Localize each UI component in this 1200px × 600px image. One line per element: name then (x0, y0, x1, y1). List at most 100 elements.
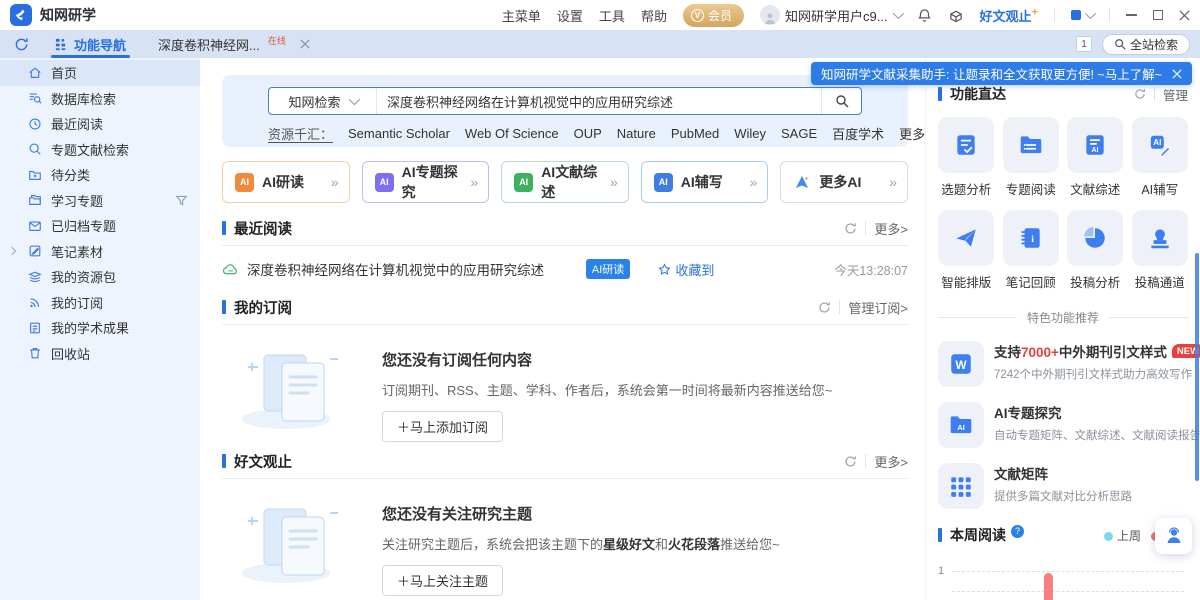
help-question-icon[interactable] (1011, 525, 1024, 538)
feature-literature-matrix[interactable]: 文献矩阵 提供多篇文献对比分析思路 (938, 463, 1188, 509)
sidebar-item-subscriptions[interactable]: 我的订阅 (0, 290, 200, 316)
user-menu[interactable]: 知网研学用户c9... (760, 5, 901, 25)
qa-note-review[interactable]: i 笔记回顾 (1003, 210, 1060, 291)
chevron-down-icon (892, 8, 903, 19)
feature-ai-topic-explore[interactable]: AI AI专题探究 自动专题矩阵、文献综述、文献阅读报告 (938, 402, 1188, 448)
menu-settings[interactable]: 设置 (557, 6, 583, 25)
refresh-icon[interactable] (844, 222, 857, 235)
sidebar-item-note-material[interactable]: 笔记素材 (0, 239, 200, 265)
search-input[interactable] (377, 94, 821, 109)
double-chevron-icon: » (889, 174, 895, 190)
refresh-icon[interactable] (1134, 88, 1146, 100)
refresh-icon[interactable] (844, 455, 857, 468)
source-web-of-science[interactable]: Web Of Science (465, 126, 559, 141)
filter-icon[interactable] (175, 194, 188, 207)
bell-icon[interactable] (917, 8, 932, 23)
source-sage[interactable]: SAGE (781, 126, 817, 141)
feature-citation-styles[interactable]: W 支持7000+中外期刊引文样式NEW 7242个中外期刊引文样式助力高效写作 (938, 341, 1188, 387)
avatar (760, 5, 780, 25)
tab-count-button[interactable]: 1 (1076, 36, 1092, 52)
maximize-icon[interactable] (1153, 10, 1163, 20)
refresh-icon[interactable] (14, 37, 29, 52)
minimize-icon[interactable] (1126, 14, 1137, 16)
qa-submission-channel[interactable]: 投稿通道 (1132, 210, 1189, 291)
good-articles-section-header: 好文观止 更多> (222, 450, 908, 472)
theme-swatch-icon (1071, 10, 1081, 20)
search-panel: 知网检索 资源千汇： Semantic Scholar Web Of Scien… (222, 75, 908, 147)
menu-main[interactable]: 主菜单 (502, 6, 541, 25)
source-oup[interactable]: OUP (574, 126, 602, 141)
recent-more-link[interactable]: 更多> (874, 219, 908, 238)
recent-section-header: 最近阅读 更多> (222, 217, 908, 239)
ai-writing-button[interactable]: AI AI辅写 » (641, 161, 769, 203)
tab-close-icon[interactable] (300, 39, 310, 49)
ai-read-badge[interactable]: AI研读 (586, 259, 630, 279)
ai-read-button[interactable]: AI AI研读 » (222, 161, 350, 203)
more-ai-button[interactable]: 更多AI » (780, 161, 908, 203)
double-chevron-icon: » (610, 174, 616, 190)
sidebar-item-home[interactable]: 首页 (0, 60, 200, 86)
scrollbar-thumb[interactable] (1195, 253, 1199, 481)
search-icon (28, 142, 42, 156)
expand-chevron-icon[interactable] (8, 247, 16, 255)
rss-icon (28, 295, 42, 309)
stamp-icon (1147, 225, 1173, 251)
manage-subscription-link[interactable]: 管理订阅> (848, 298, 908, 317)
empty-docs-illustration (234, 341, 352, 433)
menu-help[interactable]: 帮助 (641, 6, 667, 25)
ai-topic-explore-button[interactable]: AI AI专题探究 » (362, 161, 490, 203)
sidebar-item-recycle-bin[interactable]: 回收站 (0, 341, 200, 367)
theme-selector[interactable] (1071, 10, 1093, 20)
close-icon[interactable] (1179, 10, 1190, 21)
sidebar-item-academic-achievements[interactable]: 我的学术成果 (0, 315, 200, 341)
add-subscription-button[interactable]: ＋马上添加订阅 (382, 411, 503, 442)
ai-doc-icon: AI (514, 173, 533, 192)
qa-literature-review[interactable]: AI 文献综述 (1067, 117, 1124, 198)
qa-topic-analysis[interactable]: 选题分析 (938, 117, 995, 198)
sidebar-item-archived-topics[interactable]: 已归档专题 (0, 213, 200, 239)
tab-function-nav[interactable]: 功能导航 (39, 30, 142, 58)
manage-quick-access-link[interactable]: 管理 (1163, 85, 1188, 104)
search-button[interactable] (821, 88, 861, 114)
source-semantic-scholar[interactable]: Semantic Scholar (348, 126, 450, 141)
qa-ai-writing[interactable]: AI AI辅写 (1132, 117, 1189, 198)
paper-plane-icon (953, 225, 979, 251)
sidebar-item-resource-pack[interactable]: 我的资源包 (0, 264, 200, 290)
notebook-icon: i (1018, 225, 1044, 251)
member-badge[interactable]: V 会员 (683, 4, 744, 27)
source-nature[interactable]: Nature (617, 126, 656, 141)
sidebar-item-topic-search[interactable]: 专题文献检索 (0, 137, 200, 163)
global-search-button[interactable]: 全站检索 (1102, 34, 1190, 55)
recent-item[interactable]: 深度卷积神经网络在计算机视觉中的应用研究综述 AI研读 收藏到 今天13:28:… (222, 256, 908, 282)
inbox-icon[interactable] (948, 8, 964, 23)
sidebar-item-unclassified[interactable]: 待分类 (0, 162, 200, 188)
sidebar-item-study-topics[interactable]: 学习专题 (0, 188, 200, 214)
menu-tools[interactable]: 工具 (599, 6, 625, 25)
weekly-reading-header: 本周阅读 上周 本周 (938, 525, 1188, 545)
collector-promo-banner[interactable]: 知网研学文献采集助手: 让题录和全文获取更方便! ~马上了解~ (811, 62, 1192, 85)
good-articles-more-link[interactable]: 更多> (874, 452, 908, 471)
quick-access-header: 功能直达 管理 (938, 83, 1188, 105)
featured-divider: 特色功能推荐 (938, 309, 1188, 326)
search-engine-select[interactable]: 知网检索 (269, 88, 377, 114)
tab-document[interactable]: 深度卷积神经网... 在线 (142, 30, 326, 58)
qa-topic-reading[interactable]: 专题阅读 (1003, 117, 1060, 198)
source-pubmed[interactable]: PubMed (671, 126, 719, 141)
qa-smart-typesetting[interactable]: 智能排版 (938, 210, 995, 291)
favorite-button[interactable]: 收藏到 (658, 260, 714, 279)
source-baidu-scholar[interactable]: 百度学术 (832, 124, 884, 143)
recent-item-title[interactable]: 深度卷积神经网络在计算机视觉中的应用研究综述 (247, 259, 544, 279)
ai-tools-row: AI AI研读 » AI AI专题探究 » AI AI文献综述 » AI AI辅… (222, 161, 908, 203)
sidebar-item-recent-reading[interactable]: 最近阅读 (0, 111, 200, 137)
qa-submission-analysis[interactable]: 投稿分析 (1067, 210, 1124, 291)
assistant-float-button[interactable] (1155, 518, 1192, 554)
svg-text:i: i (1031, 234, 1034, 245)
promo-plus-icon: + (1032, 6, 1038, 18)
follow-topic-button[interactable]: ＋马上关注主题 (382, 565, 503, 596)
source-wiley[interactable]: Wiley (734, 126, 766, 141)
ai-literature-review-button[interactable]: AI AI文献综述 » (501, 161, 629, 203)
sidebar-item-database-search[interactable]: 数据库检索 (0, 86, 200, 112)
refresh-icon[interactable] (818, 301, 831, 314)
banner-close-icon[interactable] (1172, 69, 1182, 79)
promo-haowen-link[interactable]: 好文观止+ (980, 6, 1038, 25)
